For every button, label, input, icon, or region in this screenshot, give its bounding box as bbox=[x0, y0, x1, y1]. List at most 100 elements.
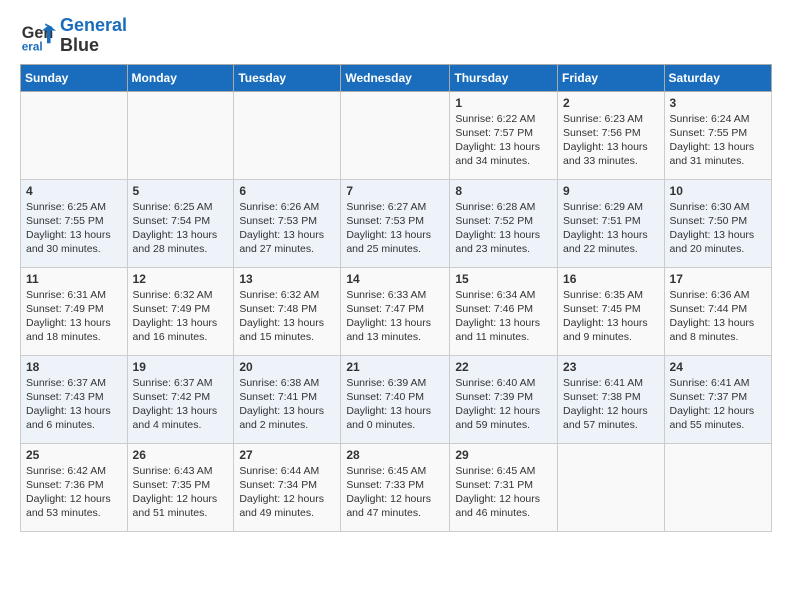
calendar-cell: 10 Sunrise: 6:30 AMSunset: 7:50 PMDayligh… bbox=[664, 179, 771, 267]
day-number: 3 bbox=[670, 96, 766, 110]
calendar-cell bbox=[664, 443, 771, 531]
day-info: Sunrise: 6:36 AMSunset: 7:44 PMDaylight:… bbox=[670, 288, 766, 345]
day-number: 4 bbox=[26, 184, 122, 198]
day-number: 24 bbox=[670, 360, 766, 374]
svg-text:eral: eral bbox=[22, 40, 43, 53]
calendar-cell bbox=[21, 91, 128, 179]
calendar-cell: 12 Sunrise: 6:32 AMSunset: 7:49 PMDayligh… bbox=[127, 267, 234, 355]
calendar-cell: 24 Sunrise: 6:41 AMSunset: 7:37 PMDayligh… bbox=[664, 355, 771, 443]
calendar-cell: 14 Sunrise: 6:33 AMSunset: 7:47 PMDayligh… bbox=[341, 267, 450, 355]
day-number: 12 bbox=[133, 272, 229, 286]
day-info: Sunrise: 6:42 AMSunset: 7:36 PMDaylight:… bbox=[26, 464, 122, 521]
calendar-cell: 4 Sunrise: 6:25 AMSunset: 7:55 PMDaylight… bbox=[21, 179, 128, 267]
calendar-cell: 9 Sunrise: 6:29 AMSunset: 7:51 PMDaylight… bbox=[558, 179, 665, 267]
calendar-cell: 20Sunrise: 6:38 AMSunset: 7:41 PMDayligh… bbox=[234, 355, 341, 443]
calendar-week-row: 11 Sunrise: 6:31 AMSunset: 7:49 PMDayligh… bbox=[21, 267, 772, 355]
calendar-cell: 1 Sunrise: 6:22 AMSunset: 7:57 PMDaylight… bbox=[450, 91, 558, 179]
calendar-week-row: 4 Sunrise: 6:25 AMSunset: 7:55 PMDaylight… bbox=[21, 179, 772, 267]
calendar-cell: 29 Sunrise: 6:45 AMSunset: 7:31 PMDayligh… bbox=[450, 443, 558, 531]
day-header-friday: Friday bbox=[558, 64, 665, 91]
day-info: Sunrise: 6:43 AMSunset: 7:35 PMDaylight:… bbox=[133, 464, 229, 521]
calendar-cell: 26 Sunrise: 6:43 AMSunset: 7:35 PMDayligh… bbox=[127, 443, 234, 531]
day-number: 15 bbox=[455, 272, 552, 286]
calendar-cell: 15 Sunrise: 6:34 AMSunset: 7:46 PMDayligh… bbox=[450, 267, 558, 355]
calendar-cell: 5 Sunrise: 6:25 AMSunset: 7:54 PMDaylight… bbox=[127, 179, 234, 267]
day-info: Sunrise: 6:37 AMSunset: 7:42 PMDaylight:… bbox=[133, 376, 229, 433]
calendar-week-row: 18Sunrise: 6:37 AMSunset: 7:43 PMDayligh… bbox=[21, 355, 772, 443]
day-info: Sunrise: 6:32 AMSunset: 7:48 PMDaylight:… bbox=[239, 288, 335, 345]
day-info: Sunrise: 6:30 AMSunset: 7:50 PMDaylight:… bbox=[670, 200, 766, 257]
day-info: Sunrise: 6:45 AMSunset: 7:33 PMDaylight:… bbox=[346, 464, 444, 521]
day-info: Sunrise: 6:44 AMSunset: 7:34 PMDaylight:… bbox=[239, 464, 335, 521]
day-number: 2 bbox=[563, 96, 659, 110]
logo-icon: Gen eral bbox=[20, 18, 56, 54]
day-number: 25 bbox=[26, 448, 122, 462]
day-info: Sunrise: 6:35 AMSunset: 7:45 PMDaylight:… bbox=[563, 288, 659, 345]
day-number: 26 bbox=[133, 448, 229, 462]
day-info: Sunrise: 6:22 AMSunset: 7:57 PMDaylight:… bbox=[455, 112, 552, 169]
calendar-cell: 6 Sunrise: 6:26 AMSunset: 7:53 PMDaylight… bbox=[234, 179, 341, 267]
day-header-thursday: Thursday bbox=[450, 64, 558, 91]
day-header-saturday: Saturday bbox=[664, 64, 771, 91]
day-number: 27 bbox=[239, 448, 335, 462]
day-number: 23 bbox=[563, 360, 659, 374]
calendar-cell: 18Sunrise: 6:37 AMSunset: 7:43 PMDayligh… bbox=[21, 355, 128, 443]
day-info: Sunrise: 6:34 AMSunset: 7:46 PMDaylight:… bbox=[455, 288, 552, 345]
day-info: Sunrise: 6:40 AMSunset: 7:39 PMDaylight:… bbox=[455, 376, 552, 433]
day-info: Sunrise: 6:45 AMSunset: 7:31 PMDaylight:… bbox=[455, 464, 552, 521]
calendar-cell: 2 Sunrise: 6:23 AMSunset: 7:56 PMDaylight… bbox=[558, 91, 665, 179]
day-number: 29 bbox=[455, 448, 552, 462]
day-number: 6 bbox=[239, 184, 335, 198]
day-number: 7 bbox=[346, 184, 444, 198]
day-info: Sunrise: 6:41 AMSunset: 7:37 PMDaylight:… bbox=[670, 376, 766, 433]
day-info: Sunrise: 6:25 AMSunset: 7:54 PMDaylight:… bbox=[133, 200, 229, 257]
day-info: Sunrise: 6:41 AMSunset: 7:38 PMDaylight:… bbox=[563, 376, 659, 433]
day-number: 11 bbox=[26, 272, 122, 286]
day-header-tuesday: Tuesday bbox=[234, 64, 341, 91]
day-info: Sunrise: 6:29 AMSunset: 7:51 PMDaylight:… bbox=[563, 200, 659, 257]
calendar-cell: 17Sunrise: 6:36 AMSunset: 7:44 PMDayligh… bbox=[664, 267, 771, 355]
day-info: Sunrise: 6:24 AMSunset: 7:55 PMDaylight:… bbox=[670, 112, 766, 169]
day-info: Sunrise: 6:31 AMSunset: 7:49 PMDaylight:… bbox=[26, 288, 122, 345]
day-header-monday: Monday bbox=[127, 64, 234, 91]
header: Gen eral General Blue bbox=[20, 16, 772, 56]
calendar-cell: 28Sunrise: 6:45 AMSunset: 7:33 PMDayligh… bbox=[341, 443, 450, 531]
day-number: 1 bbox=[455, 96, 552, 110]
day-number: 8 bbox=[455, 184, 552, 198]
calendar-cell: 16Sunrise: 6:35 AMSunset: 7:45 PMDayligh… bbox=[558, 267, 665, 355]
calendar-cell: 7Sunrise: 6:27 AMSunset: 7:53 PMDaylight… bbox=[341, 179, 450, 267]
calendar-cell: 13 Sunrise: 6:32 AMSunset: 7:48 PMDayligh… bbox=[234, 267, 341, 355]
calendar-cell: 23 Sunrise: 6:41 AMSunset: 7:38 PMDayligh… bbox=[558, 355, 665, 443]
day-number: 13 bbox=[239, 272, 335, 286]
calendar-cell: 8 Sunrise: 6:28 AMSunset: 7:52 PMDaylight… bbox=[450, 179, 558, 267]
day-info: Sunrise: 6:39 AMSunset: 7:40 PMDaylight:… bbox=[346, 376, 444, 433]
day-info: Sunrise: 6:33 AMSunset: 7:47 PMDaylight:… bbox=[346, 288, 444, 345]
logo: Gen eral General Blue bbox=[20, 16, 127, 56]
day-header-wednesday: Wednesday bbox=[341, 64, 450, 91]
calendar-cell: 3 Sunrise: 6:24 AMSunset: 7:55 PMDaylight… bbox=[664, 91, 771, 179]
calendar-cell bbox=[558, 443, 665, 531]
day-number: 9 bbox=[563, 184, 659, 198]
calendar-cell: 11 Sunrise: 6:31 AMSunset: 7:49 PMDayligh… bbox=[21, 267, 128, 355]
day-number: 21 bbox=[346, 360, 444, 374]
calendar-cell bbox=[127, 91, 234, 179]
day-info: Sunrise: 6:25 AMSunset: 7:55 PMDaylight:… bbox=[26, 200, 122, 257]
logo-text-line1: General bbox=[60, 16, 127, 36]
calendar-week-row: 1 Sunrise: 6:22 AMSunset: 7:57 PMDaylight… bbox=[21, 91, 772, 179]
calendar-cell bbox=[341, 91, 450, 179]
day-number: 5 bbox=[133, 184, 229, 198]
day-number: 14 bbox=[346, 272, 444, 286]
day-info: Sunrise: 6:32 AMSunset: 7:49 PMDaylight:… bbox=[133, 288, 229, 345]
calendar-cell bbox=[234, 91, 341, 179]
calendar: SundayMondayTuesdayWednesdayThursdayFrid… bbox=[20, 64, 772, 532]
calendar-cell: 22Sunrise: 6:40 AMSunset: 7:39 PMDayligh… bbox=[450, 355, 558, 443]
calendar-week-row: 25 Sunrise: 6:42 AMSunset: 7:36 PMDayligh… bbox=[21, 443, 772, 531]
calendar-cell: 25 Sunrise: 6:42 AMSunset: 7:36 PMDayligh… bbox=[21, 443, 128, 531]
calendar-cell: 19Sunrise: 6:37 AMSunset: 7:42 PMDayligh… bbox=[127, 355, 234, 443]
day-number: 10 bbox=[670, 184, 766, 198]
day-header-sunday: Sunday bbox=[21, 64, 128, 91]
day-info: Sunrise: 6:28 AMSunset: 7:52 PMDaylight:… bbox=[455, 200, 552, 257]
day-info: Sunrise: 6:26 AMSunset: 7:53 PMDaylight:… bbox=[239, 200, 335, 257]
calendar-cell: 21 Sunrise: 6:39 AMSunset: 7:40 PMDayligh… bbox=[341, 355, 450, 443]
day-info: Sunrise: 6:23 AMSunset: 7:56 PMDaylight:… bbox=[563, 112, 659, 169]
